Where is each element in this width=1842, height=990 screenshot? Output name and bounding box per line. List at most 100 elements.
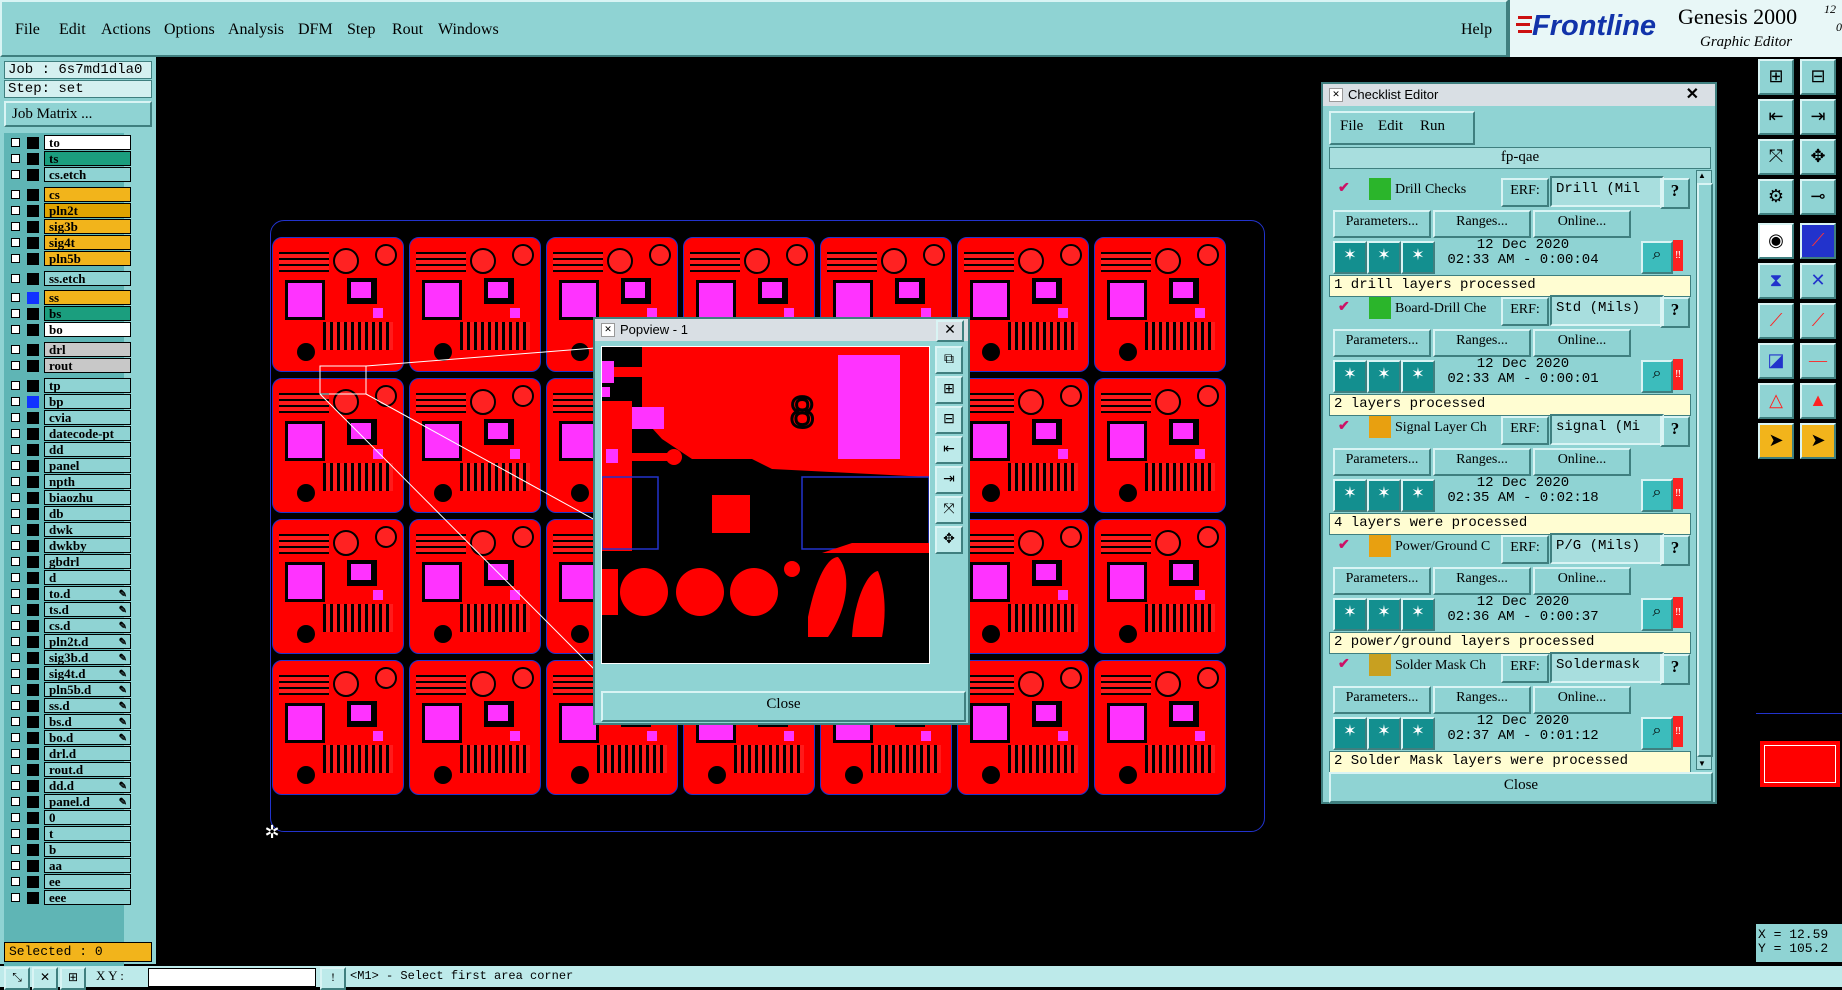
zoom-all-icon[interactable]: ✥ <box>1800 139 1836 175</box>
layer-checkbox[interactable] <box>11 413 20 422</box>
layer-name[interactable]: tp <box>44 378 131 393</box>
layer-name[interactable]: ss.d ✎ <box>44 698 131 713</box>
zoom-home-icon[interactable]: ⤧ <box>1758 139 1794 175</box>
layer-name[interactable]: aa <box>44 858 131 873</box>
layer-checkbox[interactable] <box>11 605 20 614</box>
entry-enabled-checkbox[interactable]: ✔ <box>1338 418 1350 435</box>
layer-row[interactable]: ee <box>8 874 131 889</box>
online-button[interactable]: Online... <box>1533 567 1631 595</box>
layer-name[interactable]: bs <box>44 306 131 321</box>
erf-button[interactable]: ERF: <box>1501 178 1549 207</box>
layer-name[interactable]: dd <box>44 442 131 457</box>
layer-row[interactable]: ts <box>8 151 131 166</box>
ranges-button[interactable]: Ranges... <box>1433 329 1531 357</box>
cross-icon[interactable]: ✕ <box>1800 263 1836 299</box>
menu-file[interactable]: File <box>15 21 40 39</box>
menu-edit[interactable]: Edit <box>59 21 86 39</box>
layer-name[interactable]: sig4t.d ✎ <box>44 666 131 681</box>
layer-checkbox[interactable] <box>11 509 20 518</box>
layer-row[interactable]: pln2t.d ✎ <box>8 634 131 649</box>
layer-checkbox[interactable] <box>11 477 20 486</box>
layer-name[interactable]: panel <box>44 458 131 473</box>
layer-checkbox[interactable] <box>11 829 20 838</box>
layer-row[interactable]: cs <box>8 187 131 202</box>
layer-name[interactable]: cs <box>44 187 131 202</box>
line-tool-icon[interactable]: ⟋ <box>1800 223 1836 259</box>
layer-name[interactable]: sig4t <box>44 235 131 250</box>
layer-name[interactable]: bp <box>44 394 131 409</box>
parameters-button[interactable]: Parameters... <box>1333 210 1431 238</box>
online-button[interactable]: Online... <box>1533 329 1631 357</box>
layer-checkbox[interactable] <box>11 493 20 502</box>
layer-name[interactable]: d <box>44 570 131 585</box>
checklist-menu-run[interactable]: Run <box>1420 118 1445 135</box>
run-check-icon[interactable]: ✶ <box>1333 241 1367 274</box>
layer-checkbox[interactable] <box>11 813 20 822</box>
parameters-button[interactable]: Parameters... <box>1333 567 1431 595</box>
layer-checkbox[interactable] <box>11 170 20 179</box>
popview-close-button[interactable]: Close <box>601 691 966 722</box>
layer-row[interactable]: rout <box>8 358 131 373</box>
draw-line-2-icon[interactable]: ⟋ <box>1800 303 1836 339</box>
menu-options[interactable]: Options <box>164 21 215 39</box>
layer-name[interactable]: cs.d ✎ <box>44 618 131 633</box>
layer-name[interactable]: sig3b <box>44 219 131 234</box>
popview-pan-right-icon[interactable]: ⇥ <box>935 466 963 494</box>
menu-actions[interactable]: Actions <box>101 21 151 39</box>
erf-button[interactable]: ERF: <box>1501 297 1549 326</box>
pad-icon[interactable]: ◉ <box>1758 223 1794 259</box>
layer-name[interactable]: pln2t <box>44 203 131 218</box>
layer-row[interactable]: bs <box>8 306 131 321</box>
layer-checkbox[interactable] <box>11 429 20 438</box>
layer-name[interactable]: ts <box>44 151 131 166</box>
run-check-icon[interactable]: ✶ <box>1333 598 1367 631</box>
layer-checkbox[interactable] <box>11 274 20 283</box>
layer-row[interactable]: to <box>8 135 131 150</box>
layer-name[interactable]: dd.d ✎ <box>44 778 131 793</box>
popview-pan-left-icon[interactable]: ⇤ <box>935 436 963 464</box>
layer-row[interactable]: bo.d ✎ <box>8 730 131 745</box>
checklist-menu-edit[interactable]: Edit <box>1378 118 1403 135</box>
layer-name[interactable]: bo <box>44 322 131 337</box>
layer-name[interactable]: db <box>44 506 131 521</box>
layer-row[interactable]: dwkby <box>8 538 131 553</box>
scroll-up-icon[interactable]: ▲ <box>1698 171 1708 181</box>
layer-name[interactable]: t <box>44 826 131 841</box>
layer-checkbox[interactable] <box>11 765 20 774</box>
online-button[interactable]: Online... <box>1533 448 1631 476</box>
layer-checkbox[interactable] <box>11 138 20 147</box>
erf-value[interactable]: signal (Mi <box>1550 414 1664 445</box>
add-pad-icon[interactable]: ◪ <box>1758 343 1794 379</box>
layer-checkbox[interactable] <box>11 701 20 710</box>
online-button[interactable]: Online... <box>1533 210 1631 238</box>
zoom-result-icon[interactable]: ⌕ <box>1641 479 1673 512</box>
layer-checkbox[interactable] <box>11 637 20 646</box>
close-icon[interactable]: ✕ <box>1686 84 1699 106</box>
layer-name[interactable]: dwk <box>44 522 131 537</box>
online-button[interactable]: Online... <box>1533 686 1631 714</box>
layer-name[interactable]: rout <box>44 358 131 373</box>
layer-row[interactable]: npth <box>8 474 131 489</box>
layer-checkbox[interactable] <box>11 461 20 470</box>
layer-checkbox[interactable] <box>11 325 20 334</box>
zoom-result-icon[interactable]: ⌕ <box>1641 717 1673 750</box>
draw-line-icon[interactable]: ⟋ <box>1758 303 1794 339</box>
layer-checkbox[interactable] <box>11 749 20 758</box>
menu-step[interactable]: Step <box>347 21 375 39</box>
layer-row[interactable]: sig4t.d ✎ <box>8 666 131 681</box>
layer-row[interactable]: bp <box>8 394 131 409</box>
zoom-out-icon[interactable]: ⊟ <box>1800 59 1836 95</box>
measure-icon[interactable]: ⚙ <box>1758 179 1794 215</box>
run-check-2-icon[interactable]: ✶ <box>1367 241 1401 274</box>
snap-icon[interactable]: ⊸ <box>1800 179 1836 215</box>
layer-checkbox[interactable] <box>11 345 20 354</box>
layer-name[interactable]: pln5b.d ✎ <box>44 682 131 697</box>
layer-checkbox[interactable] <box>11 154 20 163</box>
layer-name[interactable]: sig3b.d ✎ <box>44 650 131 665</box>
layer-row[interactable]: dwk <box>8 522 131 537</box>
layer-checkbox[interactable] <box>11 541 20 550</box>
layer-row[interactable]: sig4t <box>8 235 131 250</box>
layer-name[interactable]: drl.d <box>44 746 131 761</box>
pan-right-icon[interactable]: ⇥ <box>1800 99 1836 135</box>
layer-name[interactable]: bo.d ✎ <box>44 730 131 745</box>
